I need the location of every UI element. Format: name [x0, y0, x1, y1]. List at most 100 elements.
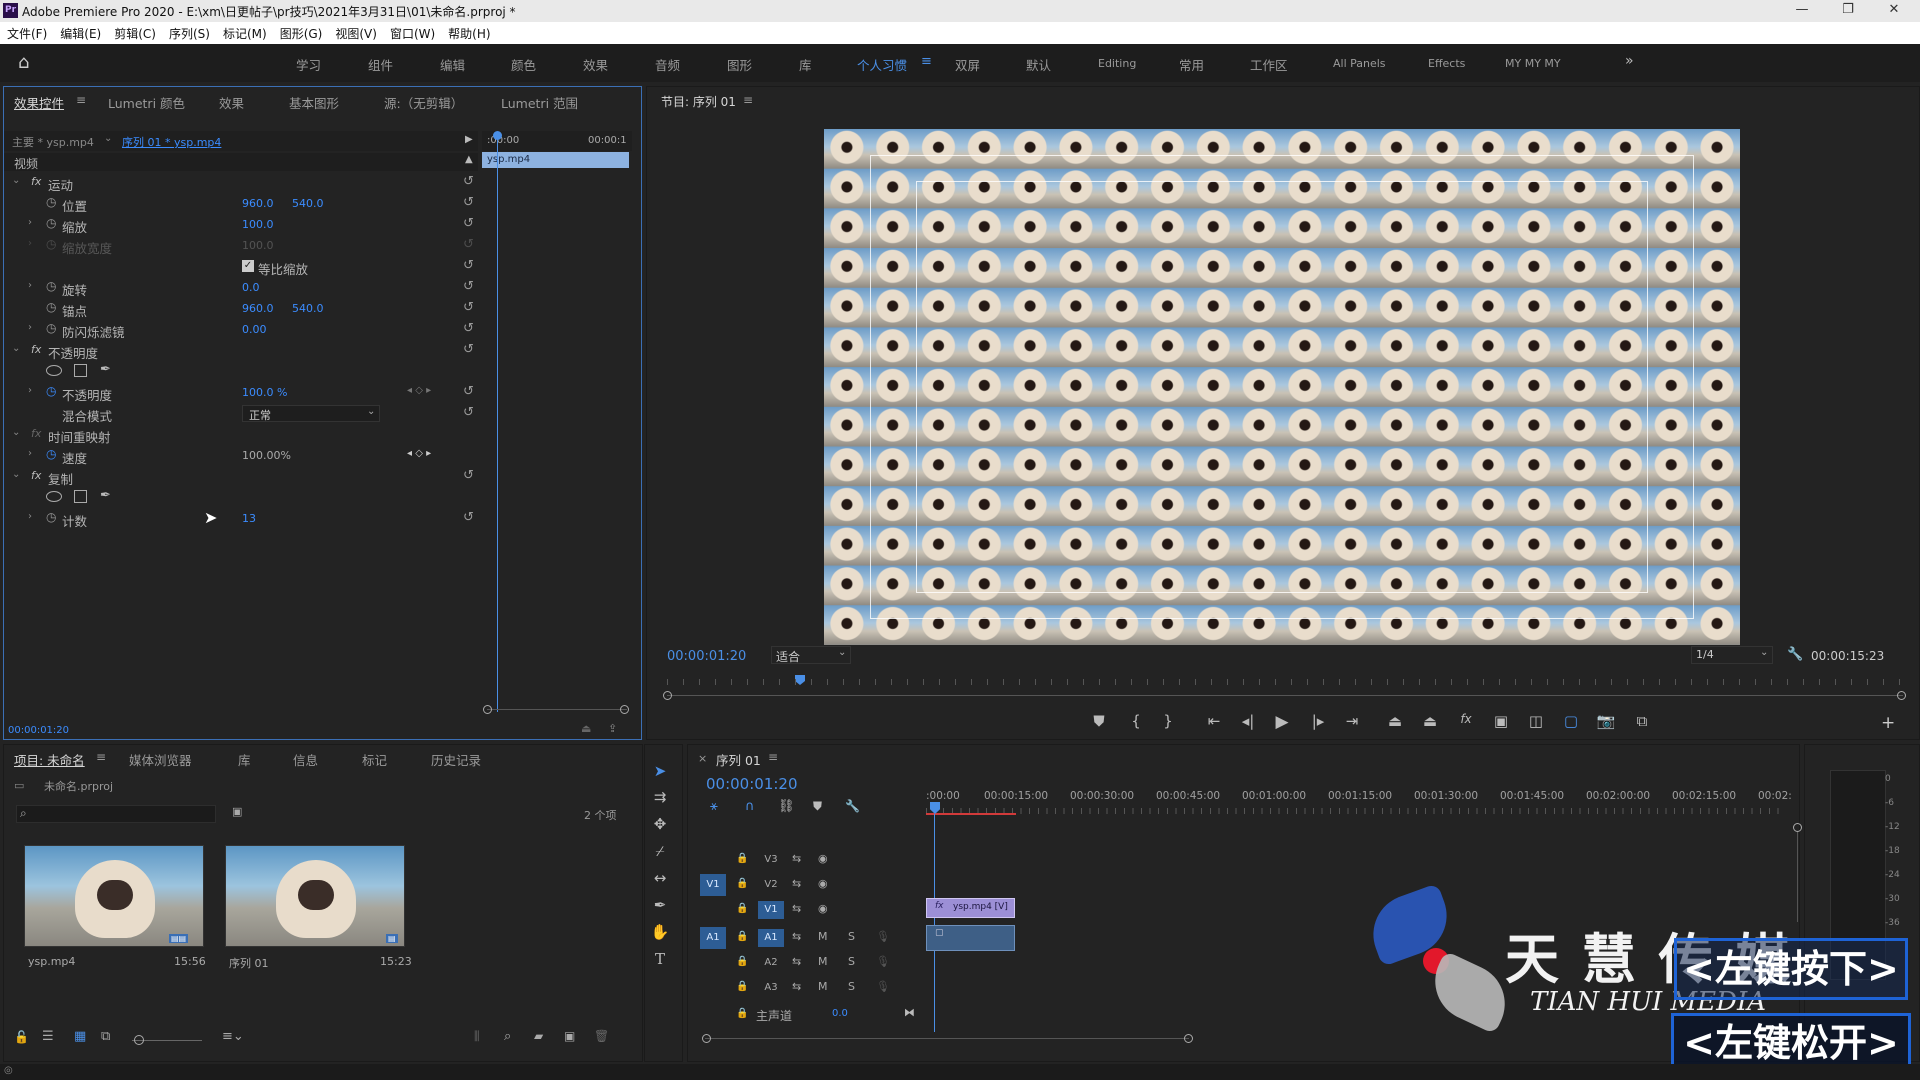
- reset-icon[interactable]: ↺: [463, 174, 474, 189]
- ec-zoom-bar[interactable]: [487, 709, 627, 710]
- anchor-x-value[interactable]: 960.0: [242, 302, 274, 315]
- sequence-thumbnail[interactable]: ▤: [225, 845, 405, 947]
- hand-tool-icon[interactable]: ✋: [648, 923, 672, 945]
- stopwatch-icon[interactable]: ◷: [46, 384, 56, 398]
- lock-icon[interactable]: 🔒: [736, 981, 748, 992]
- tab-essential-graphics[interactable]: 基本图形: [289, 93, 339, 112]
- ec-playhead-handle[interactable]: [493, 131, 502, 140]
- ellipse-mask-icon[interactable]: [46, 365, 62, 376]
- tab-markers[interactable]: 标记: [362, 750, 387, 769]
- trash-icon[interactable]: 🗑: [594, 1029, 609, 1043]
- ws-common[interactable]: 常用: [1179, 55, 1204, 74]
- pen-tool-icon[interactable]: ✒: [648, 896, 672, 918]
- keyframe-nav-icon[interactable]: ◂ ◇ ▸: [407, 385, 431, 396]
- scrub-handle-left[interactable]: [663, 691, 672, 700]
- tab-sequence[interactable]: 序列 01: [716, 750, 761, 769]
- freeform-view-icon[interactable]: ⧉: [101, 1029, 110, 1044]
- program-scrub-bar[interactable]: [667, 695, 1903, 696]
- sync-lock-icon[interactable]: ⇆: [792, 852, 801, 865]
- track-v2[interactable]: 🔒 V2 ⇆ ◉: [700, 874, 926, 896]
- ec-clip-bar[interactable]: ysp.mp4: [482, 152, 629, 168]
- track-a2[interactable]: 🔒 A2 ⇆ M S 🎙: [700, 952, 926, 974]
- reset-icon[interactable]: ↺: [463, 405, 474, 420]
- tab-history[interactable]: 历史记录: [431, 750, 481, 769]
- reset-icon[interactable]: ↺: [463, 195, 474, 210]
- marker-icon[interactable]: ⛊: [1088, 712, 1110, 730]
- ec-zoom-handle-right[interactable]: [620, 705, 629, 714]
- gap-icon[interactable]: ⧓: [904, 1006, 915, 1019]
- sync-lock-icon[interactable]: ⇆: [792, 877, 801, 890]
- stopwatch-icon[interactable]: ◷: [46, 216, 56, 230]
- ws-editing-en[interactable]: Editing: [1098, 57, 1136, 70]
- stopwatch-icon[interactable]: ◷: [46, 195, 56, 209]
- minimize-button[interactable]: —: [1787, 2, 1817, 17]
- quality-select[interactable]: 1/4 ⌄: [1691, 646, 1773, 664]
- track-v1[interactable]: 🔒 V1 ⇆ ◉: [700, 899, 926, 921]
- sync-lock-icon[interactable]: ⇆: [792, 980, 801, 993]
- eye-icon[interactable]: ◉: [818, 852, 828, 865]
- eye-icon[interactable]: ◉: [818, 877, 828, 890]
- menu-marker[interactable]: 标记(M): [216, 22, 273, 44]
- find-icon[interactable]: ⌕: [504, 1029, 511, 1044]
- twirl-closed-icon[interactable]: ›: [28, 322, 32, 333]
- ws-personal[interactable]: 个人习惯: [857, 55, 907, 74]
- vertical-scrollbar[interactable]: [1797, 832, 1798, 922]
- icon-view-icon[interactable]: ▦: [74, 1029, 86, 1044]
- multicam-icon[interactable]: ⧉: [1631, 712, 1653, 730]
- timeline-zoom-bar[interactable]: [705, 1038, 1189, 1039]
- track-a1[interactable]: 🔒 A1 ⇆ M S 🎙: [700, 927, 926, 949]
- ws-menu-icon[interactable]: ≡: [921, 54, 932, 69]
- solo-button[interactable]: S: [848, 930, 855, 943]
- position-y-value[interactable]: 540.0: [292, 197, 324, 210]
- compare-icon[interactable]: ◫: [1525, 712, 1547, 730]
- menu-window[interactable]: 窗口(W): [383, 22, 441, 44]
- fit-select[interactable]: 适合 ⌄: [771, 646, 851, 664]
- track-name[interactable]: V3: [758, 851, 784, 869]
- menu-file[interactable]: 文件(F): [0, 22, 53, 44]
- sync-lock-icon[interactable]: ⇆: [792, 930, 801, 943]
- master-clip-label[interactable]: 主要 * ysp.mp4: [12, 134, 94, 150]
- reset-icon[interactable]: ↺: [463, 321, 474, 336]
- play-arrow-icon[interactable]: ▶: [465, 134, 473, 145]
- track-a3[interactable]: 🔒 A3 ⇆ M S 🎙: [700, 977, 926, 999]
- stopwatch-icon[interactable]: ◷: [46, 510, 56, 524]
- type-tool-icon[interactable]: T: [648, 950, 672, 972]
- eye-icon[interactable]: ◉: [818, 902, 828, 915]
- rectangle-mask-icon[interactable]: [74, 490, 87, 503]
- ws-mymymy[interactable]: MY MY MY: [1505, 57, 1561, 70]
- keyframe-nav-icon[interactable]: ◂ ◇ ▸: [407, 448, 431, 459]
- ec-zoom-handle-left[interactable]: [483, 705, 492, 714]
- rectangle-mask-icon[interactable]: [74, 364, 87, 377]
- zoom-handle-right[interactable]: [1184, 1034, 1193, 1043]
- sync-lock-icon[interactable]: ⇆: [792, 902, 801, 915]
- ws-audio[interactable]: 音频: [655, 55, 680, 74]
- selection-tool-icon[interactable]: ➤: [648, 762, 672, 784]
- add-button-icon[interactable]: +: [1881, 713, 1895, 733]
- pen-mask-icon[interactable]: ✒: [100, 362, 111, 377]
- timeline-ruler[interactable]: :00:00 00:00:15:00 00:00:30:00 00:00:45:…: [926, 790, 1792, 806]
- mic-icon[interactable]: 🎙: [876, 955, 890, 968]
- ellipse-mask-icon[interactable]: [46, 491, 62, 502]
- ws-default[interactable]: 默认: [1026, 55, 1051, 74]
- menu-help[interactable]: 帮助(H): [441, 22, 496, 44]
- ws-effects-en[interactable]: Effects: [1428, 57, 1465, 70]
- reset-icon[interactable]: ↺: [463, 279, 474, 294]
- mic-icon[interactable]: 🎙: [876, 930, 890, 943]
- reset-icon[interactable]: ↺: [463, 468, 474, 483]
- collapse-up-icon[interactable]: ▲: [465, 154, 473, 165]
- ws-assembly[interactable]: 组件: [368, 55, 393, 74]
- mic-icon[interactable]: 🎙: [876, 980, 890, 993]
- opacity-value[interactable]: 100.0 %: [242, 386, 287, 399]
- speed-value[interactable]: 100.00%: [242, 449, 291, 462]
- ec-playhead[interactable]: [497, 137, 498, 712]
- tab-media-browser[interactable]: 媒体浏览器: [129, 750, 192, 769]
- track-name[interactable]: A1: [758, 929, 784, 947]
- mark-out-icon[interactable]: }: [1157, 712, 1179, 730]
- ws-allpanels[interactable]: All Panels: [1333, 57, 1386, 70]
- track-name[interactable]: A2: [758, 954, 784, 972]
- tab-info[interactable]: 信息: [293, 750, 318, 769]
- mute-button[interactable]: M: [818, 930, 828, 943]
- scrub-handle-right[interactable]: [1897, 691, 1906, 700]
- ws-graphics[interactable]: 图形: [727, 55, 752, 74]
- anchor-y-value[interactable]: 540.0: [292, 302, 324, 315]
